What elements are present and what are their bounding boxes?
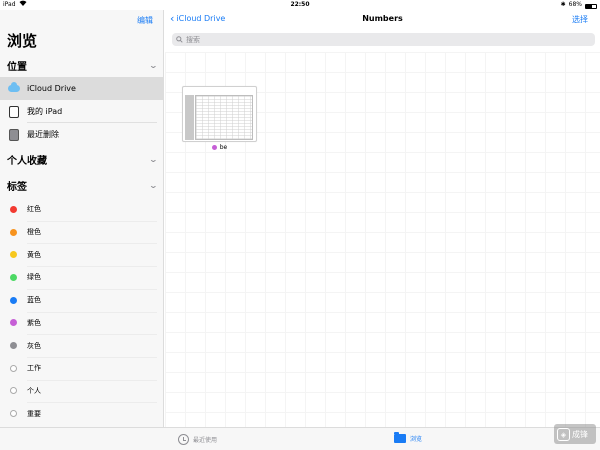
tag-color-dot-icon	[10, 410, 17, 418]
edit-button[interactable]: 编辑	[137, 15, 153, 26]
tag-color-dot-icon	[10, 387, 17, 395]
sidebar-item-label: 橙色	[27, 228, 41, 237]
sidebar-item-tag[interactable]: 绿色	[0, 266, 164, 289]
sidebar-item-tag[interactable]: 紫色	[0, 312, 164, 335]
tag-color-dot-icon	[10, 273, 17, 281]
sidebar-item-tag[interactable]: 重要	[0, 402, 164, 425]
sidebar-item-tag[interactable]: 红色	[0, 198, 164, 221]
sidebar-item-label: 紫色	[27, 318, 41, 327]
chevron-down-icon: ⌄	[148, 60, 159, 70]
file-item[interactable]: be	[182, 86, 257, 154]
tag-color-dot-icon	[10, 251, 17, 259]
watermark-icon: ◈	[557, 427, 570, 441]
sidebar-item-label: 红色	[27, 205, 41, 214]
tab-browse-label: 浏览	[410, 436, 423, 443]
tab-bar: 最近使用 浏览	[0, 427, 600, 450]
section-favorites[interactable]: 个人收藏 ⌄	[7, 150, 159, 168]
battery-percent: 68%	[568, 1, 582, 8]
search-placeholder: 搜索	[186, 35, 200, 44]
watermark-text: 成锋	[572, 429, 588, 439]
bluetooth-icon: ✱	[560, 1, 566, 8]
sidebar: 编辑 浏览 位置 ⌄ iCloud Drive 我的 iPad 最近删除 个人收…	[0, 10, 164, 427]
tag-color-dot-icon	[10, 364, 17, 372]
sidebar-item-label: 重要	[27, 409, 41, 418]
status-bar: iPad 22:50 ✱ 68%	[0, 0, 600, 10]
section-tags-label: 标签	[7, 181, 27, 193]
sidebar-item-tag[interactable]: 工作	[0, 357, 164, 380]
sidebar-item-tag[interactable]: 个人	[0, 380, 164, 403]
sidebar-item-recently-deleted[interactable]: 最近删除	[0, 123, 164, 146]
section-locations[interactable]: 位置 ⌄	[7, 56, 159, 74]
ipad-icon	[8, 105, 20, 118]
sidebar-item-label: 蓝色	[27, 296, 41, 305]
sidebar-item-label: 最近删除	[27, 130, 59, 139]
search-icon	[176, 36, 183, 43]
section-locations-label: 位置	[7, 61, 27, 73]
tag-color-dot-icon	[10, 319, 17, 327]
tab-recents[interactable]: 最近使用	[178, 434, 217, 445]
tag-color-dot-icon	[10, 205, 17, 213]
icloud-icon	[8, 82, 20, 95]
trash-icon	[8, 128, 20, 141]
select-button[interactable]: 选择	[572, 14, 588, 25]
folder-icon	[394, 432, 406, 443]
status-time: 22:50	[290, 1, 310, 8]
tag-color-dot-icon	[10, 228, 17, 236]
sidebar-item-tag[interactable]: 黄色	[0, 243, 164, 266]
sidebar-item-label: 工作	[27, 364, 41, 373]
sidebar-item-my-ipad[interactable]: 我的 iPad	[0, 100, 164, 123]
chevron-down-icon: ⌄	[148, 154, 159, 164]
tag-color-dot-icon	[10, 296, 17, 304]
spreadsheet-preview	[195, 95, 253, 140]
sidebar-item-tag[interactable]: 橙色	[0, 221, 164, 244]
tag-color-dot-icon	[10, 342, 17, 350]
section-tags[interactable]: 标签 ⌄	[7, 176, 159, 194]
battery-icon	[585, 3, 597, 9]
sidebar-item-label: 黄色	[27, 250, 41, 259]
tag-dot	[211, 145, 217, 150]
main-pane: ‹ iCloud Drive Numbers 选择 搜索 be	[165, 10, 600, 427]
sidebar-item-tag[interactable]: 灰色	[0, 334, 164, 357]
sidebar-item-label: 个人	[27, 386, 41, 395]
sidebar-item-icloud-drive[interactable]: iCloud Drive	[0, 77, 164, 100]
page-title: Numbers	[362, 14, 403, 23]
sidebar-item-label: iCloud Drive	[27, 84, 76, 93]
chevron-down-icon: ⌄	[148, 180, 159, 190]
section-favorites-label: 个人收藏	[7, 155, 47, 167]
sidebar-item-label: 灰色	[27, 341, 41, 350]
sidebar-item-tag[interactable]: 蓝色	[0, 289, 164, 312]
file-browser-area: be	[165, 52, 600, 427]
search-input[interactable]: 搜索	[172, 33, 595, 46]
tab-browse[interactable]: 浏览	[394, 432, 423, 443]
sidebar-item-label: 绿色	[27, 273, 41, 282]
file-name: be	[219, 144, 228, 151]
sidebar-item-label: 我的 iPad	[27, 107, 63, 116]
file-thumbnail	[182, 86, 257, 142]
clock-icon	[178, 434, 189, 445]
tab-recents-label: 最近使用	[193, 437, 218, 444]
sidebar-title: 浏览	[7, 32, 38, 50]
watermark-logo: ◈ 成锋	[554, 424, 596, 444]
